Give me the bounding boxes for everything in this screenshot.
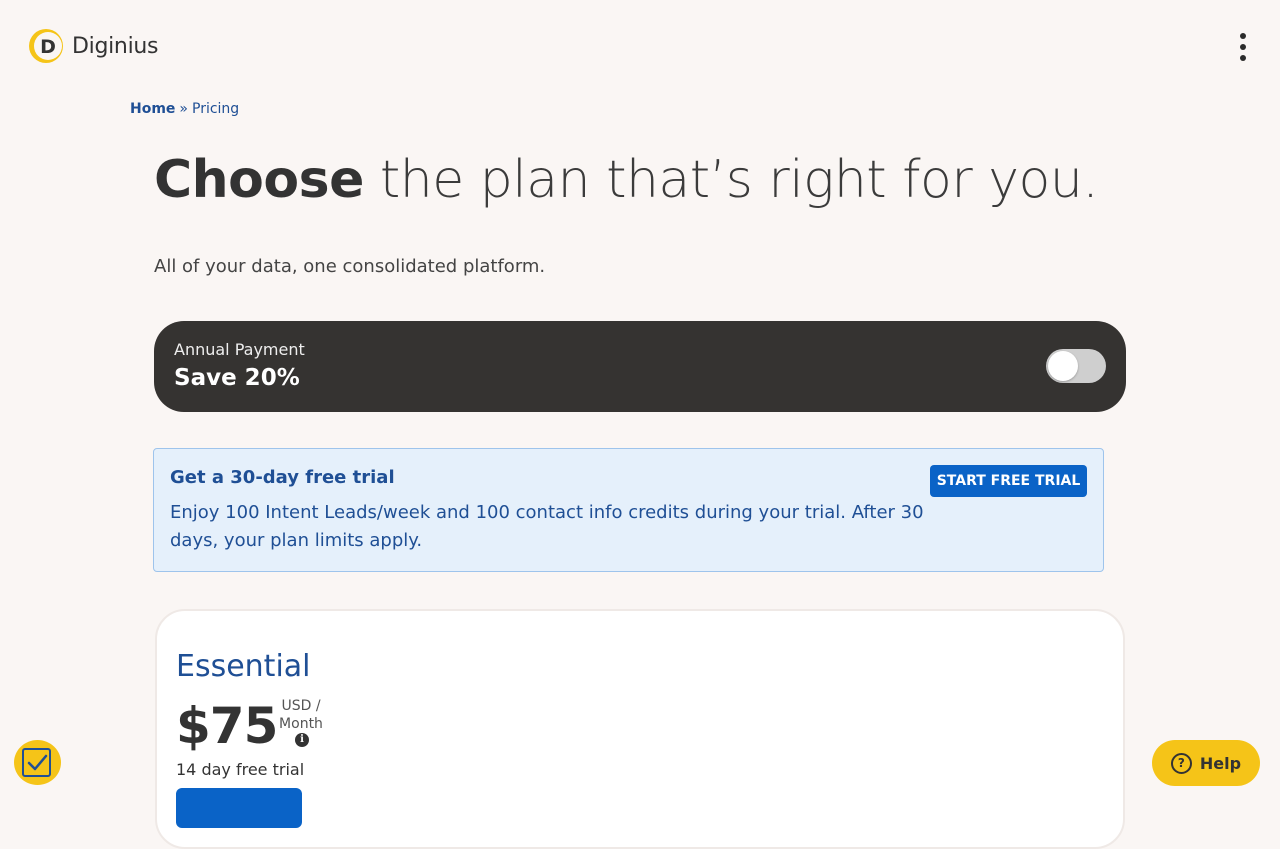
page-title-bold: Choose	[154, 150, 364, 210]
logo-letter: D	[40, 36, 56, 58]
breadcrumb-home-link[interactable]: Home	[130, 101, 175, 117]
more-vertical-icon[interactable]	[1232, 30, 1254, 64]
breadcrumb: Home» Pricing	[130, 101, 239, 117]
logo-mark-icon: D	[29, 29, 63, 63]
check-badge-icon[interactable]	[14, 740, 61, 785]
page-title-rest: the plan that’s right for you.	[363, 150, 1099, 210]
annual-payment-panel: Annual Payment Save 20%	[154, 321, 1126, 412]
start-free-trial-button[interactable]: START FREE TRIAL	[930, 465, 1087, 497]
help-label: Help	[1199, 753, 1242, 773]
toggle-knob	[1048, 351, 1078, 381]
page-subtitle: All of your data, one consolidated platf…	[154, 256, 546, 277]
trial-title: Get a 30-day free trial	[170, 467, 395, 488]
annual-save-label: Save 20%	[174, 365, 300, 391]
plan-price-unit: USD / Month	[271, 697, 331, 733]
plan-unit-currency: USD /	[281, 698, 321, 714]
annual-payment-label: Annual Payment	[174, 340, 305, 359]
brand-logo[interactable]: D Diginius	[26, 28, 159, 64]
plan-name: Essential	[176, 649, 311, 684]
question-circle-icon: ?	[1170, 752, 1192, 774]
plan-trial-note: 14 day free trial	[176, 760, 305, 779]
breadcrumb-separator: »	[179, 101, 188, 117]
plan-card-essential: Essential $75 USD / Month i 14 day free …	[155, 609, 1125, 849]
help-button[interactable]: ? Help	[1152, 740, 1260, 786]
free-trial-banner: Get a 30-day free trial Enjoy 100 Intent…	[153, 448, 1104, 572]
check-mark-icon	[27, 754, 48, 771]
info-icon[interactable]: i	[295, 733, 309, 747]
brand-name: Diginius	[72, 33, 159, 59]
trial-body: Enjoy 100 Intent Leads/week and 100 cont…	[170, 502, 924, 551]
plan-unit-period: Month	[279, 716, 323, 732]
annual-payment-toggle[interactable]	[1046, 349, 1106, 383]
plan-select-button[interactable]	[176, 788, 302, 828]
breadcrumb-current: Pricing	[192, 101, 240, 117]
plan-price: $75	[176, 697, 278, 755]
site-header: D Diginius	[0, 0, 1280, 92]
page-title: Choose the plan that’s right for you.	[154, 150, 1099, 210]
